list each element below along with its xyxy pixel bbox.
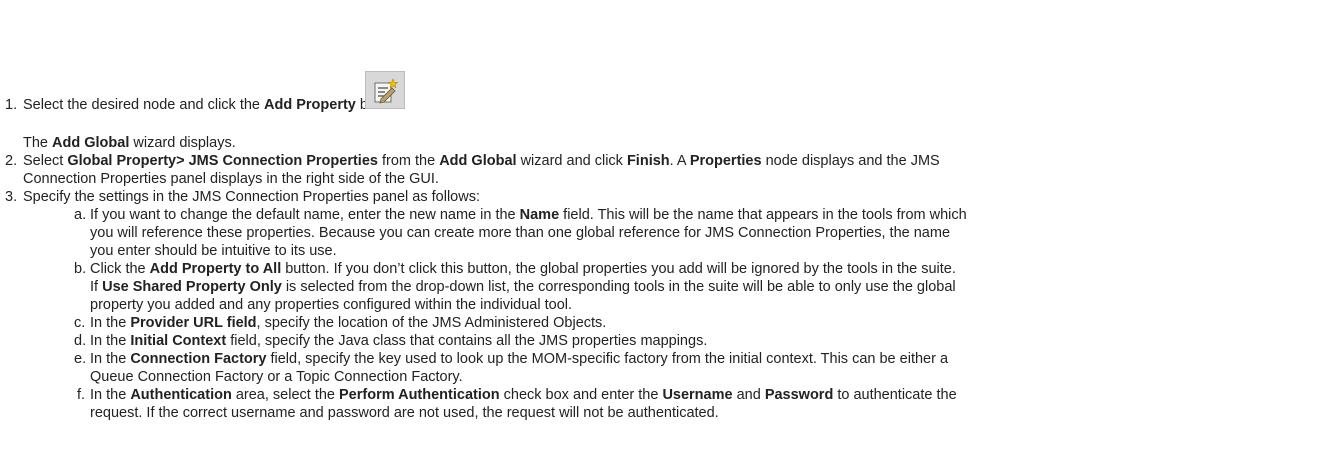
substep-a-line-2: you will reference these properties. Bec… (90, 224, 950, 242)
text-segment: If (90, 279, 103, 295)
text-segment-bold: Properties (689, 153, 762, 169)
text-segment: property you added and any properties co… (90, 297, 573, 313)
text-segment-bold: Add Property to All (149, 261, 282, 277)
text-segment: field. This will be the name that appear… (559, 207, 967, 223)
text-segment-bold: Finish (626, 153, 670, 169)
text-segment: The (23, 135, 53, 151)
text-segment: area, select the (231, 387, 340, 403)
text-segment: you enter should be intuitive to its use… (90, 243, 337, 259)
text-segment: In the (90, 315, 131, 331)
step-2-line-1: Select Global Property> JMS Connection P… (23, 152, 940, 170)
step-1-text: Select the desired node and click the Ad… (23, 96, 404, 114)
step-3-text: Specify the settings in the JMS Connecti… (23, 188, 480, 206)
text-segment: field, specify the key used to look up t… (266, 351, 949, 367)
step-number: 3. (5, 189, 18, 205)
text-segment-bold: Use Shared Property Only (102, 279, 282, 295)
text-segment: If you want to change the default name, … (90, 207, 520, 223)
substep-a-line-3: you enter should be intuitive to its use… (90, 242, 337, 260)
text-segment-bold: Perform Authentication (339, 387, 500, 403)
substep-a-line-1: If you want to change the default name, … (90, 206, 967, 224)
text-segment: Click the (90, 261, 150, 277)
substep-letter: a. (74, 207, 87, 223)
substep-letter: c. (74, 315, 86, 331)
substep-b-line-2: If Use Shared Property Only is selected … (90, 278, 956, 296)
text-segment-bold: Global Property> JMS Connection Properti… (67, 153, 378, 169)
text-segment-bold: Password (764, 387, 834, 403)
text-segment: from the (377, 153, 440, 169)
text-segment: Connection Properties panel displays in … (23, 171, 439, 187)
step-number: 2. (5, 153, 18, 169)
text-segment: Select (23, 153, 68, 169)
text-segment: Queue Connection Factory or a Topic Conn… (90, 369, 463, 385)
substep-e-line-2: Queue Connection Factory or a Topic Conn… (90, 368, 463, 386)
substep-letter: e. (74, 351, 87, 367)
substep-c-text: In the Provider URL field, specify the l… (90, 314, 606, 332)
text-segment: field, specify the Java class that conta… (226, 333, 708, 349)
step-2-line-2: Connection Properties panel displays in … (23, 170, 439, 188)
text-segment: and (732, 387, 765, 403)
text-segment: In the (90, 387, 131, 403)
text-segment: wizard and click (516, 153, 627, 169)
text-segment: Specify the settings in the JMS Connecti… (23, 189, 480, 205)
text-segment: Select the desired node and click the (23, 97, 265, 113)
substep-letter: b. (74, 261, 87, 277)
text-segment: In the (90, 333, 131, 349)
text-segment: is selected from the drop-down list, the… (281, 279, 956, 295)
text-segment: you will reference these properties. Bec… (90, 225, 951, 241)
text-segment: , specify the location of the JMS Admini… (256, 315, 607, 331)
substep-letter: d. (74, 333, 87, 349)
text-segment-bold: Add Global (439, 153, 517, 169)
text-segment-bold: Initial Context (130, 333, 227, 349)
text-segment-bold: Connection Factory (130, 351, 267, 367)
substep-f-line-1: In the Authentication area, select the P… (90, 386, 957, 404)
text-segment-bold: Add Property (264, 97, 356, 113)
add-property-icon (365, 71, 405, 109)
step-number: 1. (5, 97, 18, 113)
text-segment: In the (90, 351, 131, 367)
text-segment: to authenticate the (833, 387, 957, 403)
text-segment-bold: Name (519, 207, 560, 223)
substep-b-line-1: Click the Add Property to All button. If… (90, 260, 956, 278)
text-segment-bold: Authentication (130, 387, 232, 403)
text-segment-bold: Add Global (52, 135, 130, 151)
text-segment-bold: Username (662, 387, 733, 403)
substep-f-line-2: request. If the correct username and pas… (90, 404, 719, 422)
text-segment: request. If the correct username and pas… (90, 405, 719, 421)
text-segment: button. If you don’t click this button, … (281, 261, 956, 277)
substep-letter: f. (77, 387, 86, 403)
substep-e-line-1: In the Connection Factory field, specify… (90, 350, 948, 368)
text-segment-bold: Provider URL field (130, 315, 257, 331)
step-1-note: The Add Global wizard displays. (23, 134, 236, 152)
text-segment: check box and enter the (499, 387, 663, 403)
text-segment: . A (669, 153, 690, 169)
substep-d-text: In the Initial Context field, specify th… (90, 332, 707, 350)
substep-b-line-3: property you added and any properties co… (90, 296, 572, 314)
text-segment: node displays and the JMS (761, 153, 940, 169)
text-segment: wizard displays. (129, 135, 236, 151)
